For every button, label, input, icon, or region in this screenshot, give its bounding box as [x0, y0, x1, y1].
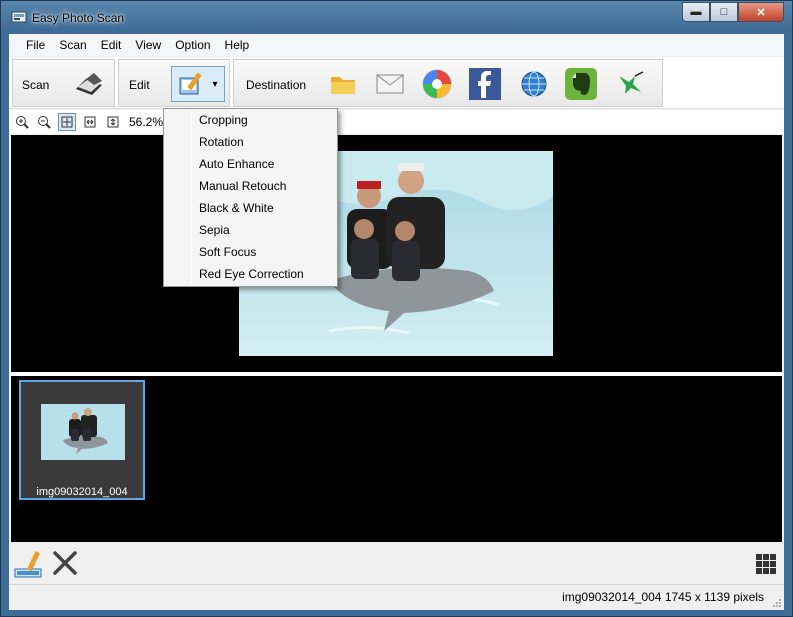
picasa-icon[interactable] [421, 68, 453, 100]
destination-label: Destination [246, 78, 307, 92]
edit-dropdown-menu: Cropping Rotation Auto Enhance Manual Re… [163, 108, 338, 287]
bottom-toolbar [9, 542, 784, 584]
zoom-in-icon[interactable] [13, 113, 31, 131]
facebook-icon[interactable] [469, 68, 501, 100]
mail-icon[interactable] [374, 68, 406, 100]
chevron-down-icon: ▾ [212, 78, 218, 90]
menu-view[interactable]: View [128, 38, 168, 52]
delete-icon[interactable] [51, 549, 79, 579]
menu-file[interactable]: File [19, 38, 52, 52]
window-title: Easy Photo Scan [32, 11, 125, 25]
photo-preview[interactable] [11, 135, 782, 372]
web-icon[interactable] [518, 68, 550, 100]
scan-label: Scan [22, 78, 50, 92]
menu-bar: File Scan Edit View Option Help [9, 34, 784, 56]
menu-item-red-eye-correction[interactable]: Red Eye Correction [199, 267, 304, 281]
menu-item-auto-enhance[interactable]: Auto Enhance [199, 157, 274, 171]
destination-group: Destination [233, 59, 663, 107]
edit-group: Edit ▾ [118, 59, 230, 107]
grid-view-icon[interactable] [756, 554, 776, 574]
status-bar: img09032014_004 1745 x 1139 pixels [9, 584, 784, 610]
menu-item-manual-retouch[interactable]: Manual Retouch [199, 179, 286, 193]
menu-item-black-white[interactable]: Black & White [199, 201, 274, 215]
fit-height-icon[interactable] [104, 113, 122, 131]
menu-help[interactable]: Help [218, 38, 257, 52]
thumbnail-label: img09032014_004 [36, 486, 128, 498]
menu-option[interactable]: Option [168, 38, 217, 52]
menu-scan[interactable]: Scan [52, 38, 93, 52]
menu-item-soft-focus[interactable]: Soft Focus [199, 245, 256, 259]
zoom-out-icon[interactable] [35, 113, 53, 131]
retouch-icon[interactable] [13, 549, 45, 579]
fit-window-icon[interactable] [58, 113, 76, 131]
title-bar[interactable]: Easy Photo Scan ▬ □ ✕ [1, 1, 792, 33]
maximize-button[interactable]: □ [710, 2, 738, 22]
folder-icon[interactable] [327, 68, 359, 100]
hummingbird-icon[interactable] [614, 68, 646, 100]
evernote-icon[interactable] [565, 68, 597, 100]
menu-item-sepia[interactable]: Sepia [199, 223, 230, 237]
zoom-bar: 56.2% [9, 110, 784, 134]
menu-edit[interactable]: Edit [94, 38, 129, 52]
edit-label: Edit [129, 78, 150, 92]
menu-item-cropping[interactable]: Cropping [199, 113, 248, 127]
close-button[interactable]: ✕ [738, 2, 784, 22]
edit-brush-icon [179, 72, 203, 95]
scanner-app-icon [11, 11, 27, 23]
resize-grip-icon[interactable] [772, 598, 782, 608]
edit-dropdown-button[interactable]: ▾ [171, 66, 225, 102]
minimize-button[interactable]: ▬ [682, 2, 710, 22]
main-toolbar: Scan Edit ▾ Destination [9, 57, 784, 109]
status-text: img09032014_004 1745 x 1139 pixels [562, 590, 764, 604]
menu-item-rotation[interactable]: Rotation [199, 135, 244, 149]
scanner-icon[interactable] [73, 68, 105, 100]
thumbnail-strip: img09032014_004 [11, 376, 782, 542]
fit-width-icon[interactable] [81, 113, 99, 131]
zoom-level: 56.2% [129, 115, 164, 129]
client-area: File Scan Edit View Option Help Scan Edi… [9, 34, 784, 610]
app-window: Easy Photo Scan ▬ □ ✕ File Scan Edit Vie… [0, 0, 793, 617]
thumbnail-item[interactable]: img09032014_004 [19, 380, 145, 500]
thumbnail-photo [41, 404, 125, 460]
menu-gutter [191, 110, 192, 285]
scan-group: Scan [12, 59, 115, 107]
